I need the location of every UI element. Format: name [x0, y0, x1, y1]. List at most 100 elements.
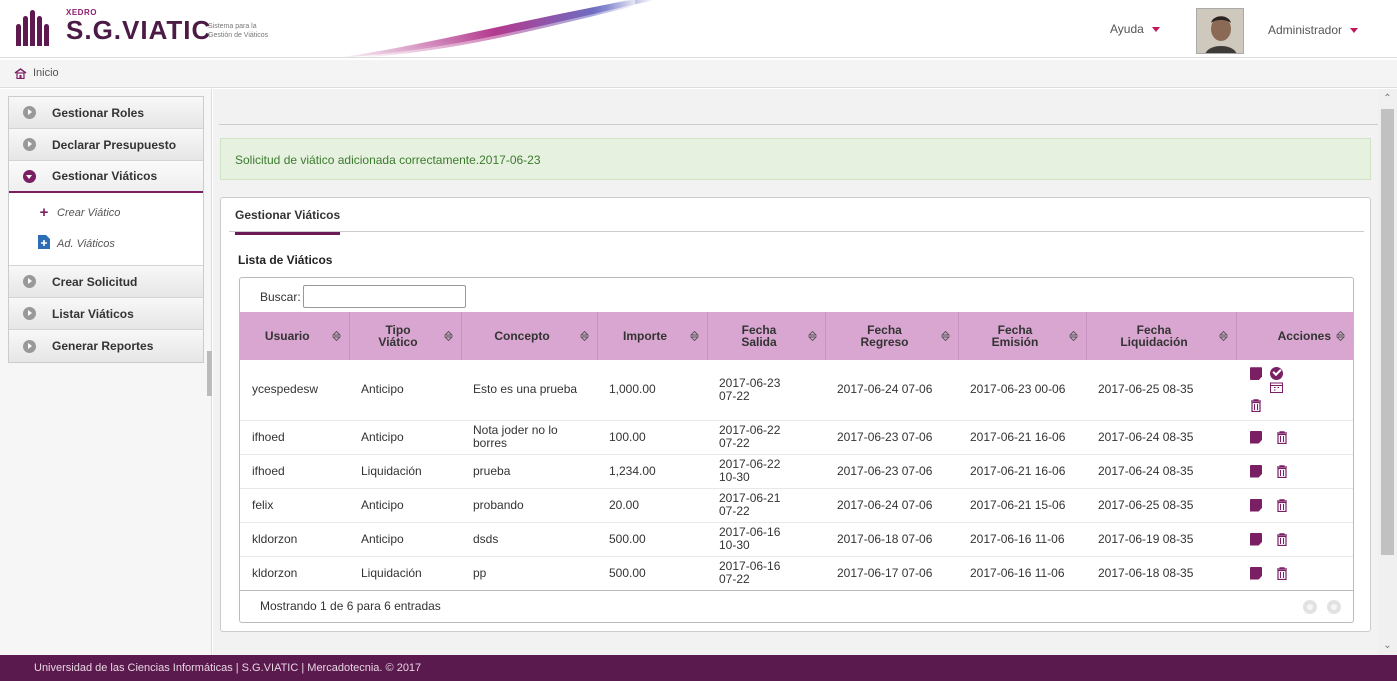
cell-fecha-liquidacion: 2017-06-24 08-35 — [1098, 429, 1194, 444]
table-row[interactable]: kldorzon Liquidación pp 500.00 2017-06-1… — [240, 556, 1353, 590]
table-row[interactable]: ycespedesw Anticipo Esto es una prueba 1… — [240, 360, 1353, 420]
next-page-icon[interactable] — [1327, 600, 1341, 614]
cell-fecha-regreso: 2017-06-24 07-06 — [837, 382, 933, 397]
sidebar-item-gestionar-roles[interactable]: Gestionar Roles — [9, 97, 203, 129]
success-alert: Solicitud de viático adicionada correcta… — [220, 138, 1371, 180]
trash-icon[interactable] — [1276, 532, 1288, 546]
column-header-usuario[interactable]: Usuario — [240, 312, 350, 360]
pagination — [1293, 600, 1341, 614]
cell-fecha-liquidacion: 2017-06-25 08-35 — [1098, 497, 1194, 512]
sidebar-item-gestionar-viaticos[interactable]: Gestionar Viáticos — [9, 161, 203, 193]
sidebar-item-declarar-presupuesto[interactable]: Declarar Presupuesto — [9, 129, 203, 161]
table-info: Mostrando 1 de 6 para 6 entradas — [260, 599, 441, 613]
column-header-concepto[interactable]: Concepto — [461, 312, 598, 360]
app-logo[interactable]: XEDRO S.G.VIATIC — [14, 6, 226, 50]
cell-fecha-salida: 2017-06-21 07-22 — [719, 491, 781, 518]
cell-fecha-emision: 2017-06-16 11-06 — [970, 565, 1065, 580]
cell-usuario: ifhoed — [252, 429, 285, 444]
app-header: XEDRO S.G.VIATIC Sistema para la Gestión… — [0, 0, 1397, 58]
column-header-fecha-salida[interactable]: Fecha Salida — [707, 312, 826, 360]
trash-icon[interactable] — [1276, 430, 1288, 444]
column-header-acciones[interactable]: Acciones — [1236, 312, 1353, 360]
trash-icon[interactable] — [1276, 566, 1288, 580]
cell-tipo: Anticipo — [361, 497, 404, 512]
edit-note-icon[interactable] — [1250, 566, 1262, 580]
scrollbar-thumb[interactable] — [1381, 109, 1394, 555]
sort-icon — [1336, 331, 1345, 341]
cell-importe: 100.00 — [609, 429, 646, 444]
divider — [229, 231, 1364, 232]
cell-fecha-salida: 2017-06-22 07-22 — [719, 423, 781, 450]
table-header-row: Usuario Tipo Viático Concepto Importe Fec… — [240, 312, 1353, 360]
cell-fecha-liquidacion: 2017-06-18 08-35 — [1098, 565, 1194, 580]
previous-page-icon[interactable] — [1303, 600, 1317, 614]
column-header-fecha-regreso[interactable]: Fecha Regreso — [825, 312, 959, 360]
cell-fecha-emision: 2017-06-21 16-06 — [970, 429, 1066, 444]
page-footer: Universidad de las Ciencias Informáticas… — [0, 655, 1397, 681]
search-input[interactable] — [302, 285, 466, 308]
chevron-down-icon — [1151, 27, 1160, 33]
cell-usuario: kldorzon — [252, 531, 298, 546]
cell-importe: 1,234.00 — [609, 463, 656, 478]
column-header-fecha-emision[interactable]: Fecha Emisión — [958, 312, 1087, 360]
cell-importe: 500.00 — [609, 565, 646, 580]
table-row[interactable]: kldorzon Anticipo dsds 500.00 2017-06-16… — [240, 522, 1353, 556]
column-header-tipo-viatico[interactable]: Tipo Viático — [349, 312, 462, 360]
cell-fecha-regreso: 2017-06-23 07-06 — [837, 429, 933, 444]
sort-icon — [331, 331, 341, 341]
cell-usuario: ycespedesw — [252, 382, 319, 397]
cell-importe: 20.00 — [609, 497, 640, 512]
table-row[interactable]: ifhoed Liquidación prueba 1,234.00 2017-… — [240, 454, 1353, 488]
edit-note-icon[interactable] — [1250, 367, 1262, 381]
cell-concepto: Nota joder no lo borres — [473, 423, 558, 450]
scroll-up-icon[interactable]: ⌃ — [1382, 93, 1393, 104]
sidebar-subitem-ad-viaticos[interactable]: Ad. Viáticos — [9, 228, 203, 259]
sidebar-item-crear-solicitud[interactable]: Crear Solicitud — [9, 266, 203, 298]
breadcrumb-home[interactable]: Inicio — [14, 67, 59, 79]
approve-check-icon[interactable] — [1270, 367, 1283, 381]
cell-concepto: probando — [473, 497, 524, 512]
trash-icon[interactable] — [1276, 498, 1288, 512]
edit-note-icon[interactable] — [1250, 430, 1262, 444]
search-bar: Buscar: — [260, 285, 466, 308]
cell-importe: 1,000.00 — [609, 382, 656, 397]
sidebar-item-listar-viaticos[interactable]: Listar Viáticos — [9, 298, 203, 330]
search-label: Buscar: — [260, 289, 301, 304]
sidebar-item-generar-reportes[interactable]: Generar Reportes — [9, 330, 203, 362]
table-row[interactable]: ifhoed Anticipo Nota joder no lo borres … — [240, 420, 1353, 454]
scroll-down-icon[interactable]: ⌄ — [1382, 640, 1393, 651]
column-header-importe[interactable]: Importe — [597, 312, 708, 360]
trash-icon[interactable] — [1276, 464, 1288, 478]
vertical-scrollbar[interactable]: ⌃ ⌄ — [1378, 89, 1397, 655]
cell-fecha-liquidacion: 2017-06-24 08-35 — [1098, 463, 1194, 478]
cell-tipo: Liquidación — [361, 463, 422, 478]
column-header-fecha-liquidacion[interactable]: Fecha Liquidación — [1086, 312, 1237, 360]
viaticos-table-container: Buscar: Usuario Tipo Viático Concepto Imp… — [239, 277, 1354, 623]
user-menu[interactable]: Administrador — [1268, 23, 1359, 37]
sidebar-resize-handle[interactable] — [207, 351, 212, 396]
cell-fecha-salida: 2017-06-23 07-22 — [719, 375, 781, 403]
sidebar-subitem-crear-viatico[interactable]: + Crear Viático — [9, 197, 203, 228]
avatar[interactable] — [1196, 8, 1244, 54]
cell-concepto: pp — [473, 565, 487, 580]
edit-note-icon[interactable] — [1250, 498, 1262, 512]
table-row[interactable]: felix Anticipo probando 20.00 2017-06-21… — [240, 488, 1353, 522]
home-icon — [14, 67, 27, 79]
cell-tipo: Anticipo — [361, 382, 404, 397]
divider — [219, 124, 1378, 125]
help-menu[interactable]: Ayuda — [1110, 22, 1160, 36]
cell-tipo: Liquidación — [361, 565, 422, 580]
edit-note-icon[interactable] — [1250, 532, 1262, 546]
cell-fecha-emision: 2017-06-21 15-06 — [970, 497, 1066, 512]
cell-concepto: dsds — [473, 531, 499, 546]
chevron-down-icon — [1350, 28, 1359, 34]
cell-concepto: prueba — [473, 463, 511, 478]
add-document-icon — [37, 234, 51, 253]
edit-note-icon[interactable] — [1250, 464, 1262, 478]
cell-acciones — [1236, 454, 1353, 488]
trash-icon[interactable] — [1250, 399, 1262, 413]
list-title: Lista de Viáticos — [238, 253, 333, 267]
cell-tipo: Anticipo — [361, 531, 404, 546]
calendar-icon[interactable] — [1270, 382, 1283, 394]
logo-mark-icon — [14, 8, 58, 48]
